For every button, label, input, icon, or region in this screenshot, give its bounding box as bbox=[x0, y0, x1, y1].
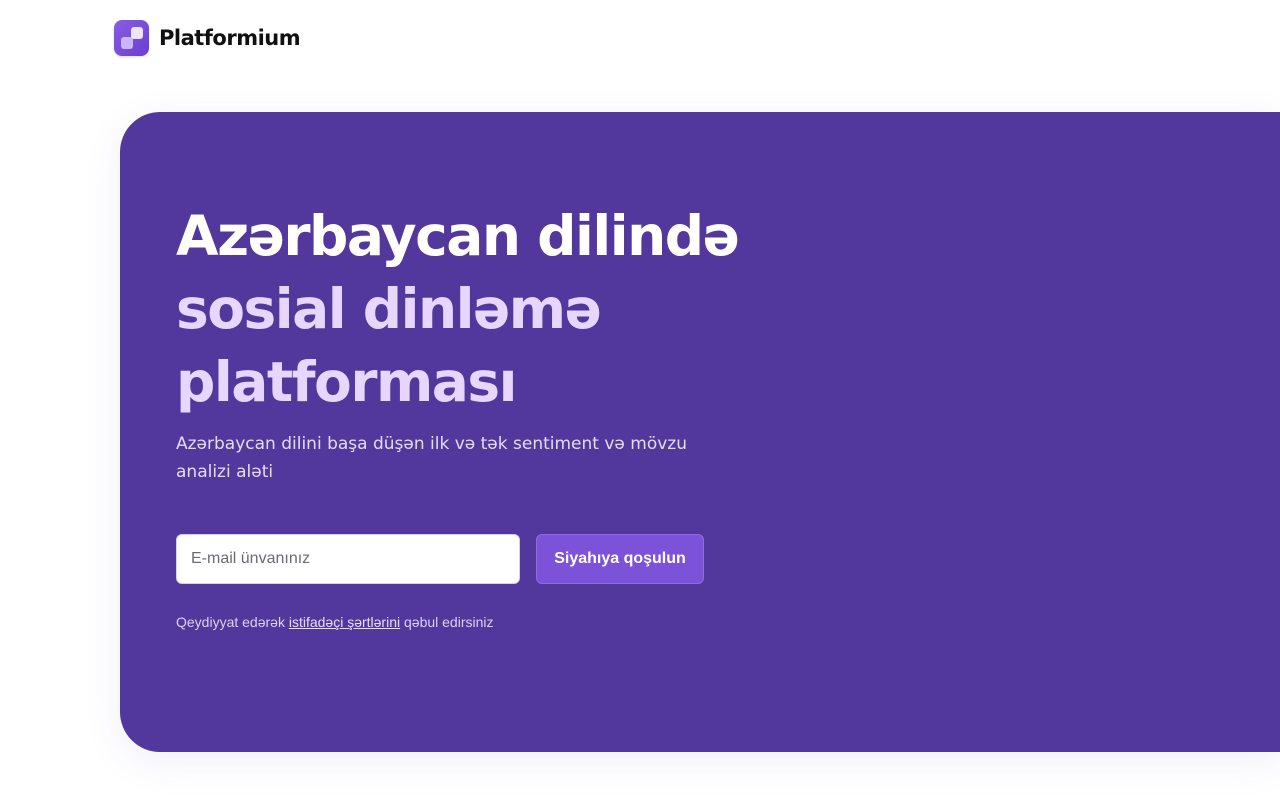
terms-notice: Qeydiyyat edərək istifadəçi şərtlərini q… bbox=[176, 614, 494, 630]
headline-line-2: sosial dinləmə platforması bbox=[176, 277, 602, 414]
email-input[interactable] bbox=[176, 534, 520, 584]
logo-square-back bbox=[121, 37, 133, 49]
hero-subtitle: Azərbaycan dilini başa düşən ilk və tək … bbox=[176, 434, 687, 482]
terms-prefix: Qeydiyyat edərək bbox=[176, 614, 285, 630]
logo-square-front bbox=[131, 27, 143, 39]
headline-line-1: Azərbaycan dilində bbox=[176, 204, 740, 268]
hero-headline: Azərbaycan dilində sosial dinləmə platfo… bbox=[176, 200, 796, 419]
hero-section: Azərbaycan dilində sosial dinləmə platfo… bbox=[120, 112, 1280, 752]
terms-link[interactable]: istifadəçi şərtlərini bbox=[289, 614, 400, 630]
logo-icon[interactable] bbox=[114, 20, 149, 56]
brand-name[interactable]: Platformium bbox=[159, 26, 301, 50]
site-header: Platformium bbox=[114, 20, 301, 56]
join-waitlist-button[interactable]: Siyahıya qoşulun bbox=[536, 534, 704, 584]
terms-suffix: qəbul edirsiniz bbox=[404, 614, 494, 630]
